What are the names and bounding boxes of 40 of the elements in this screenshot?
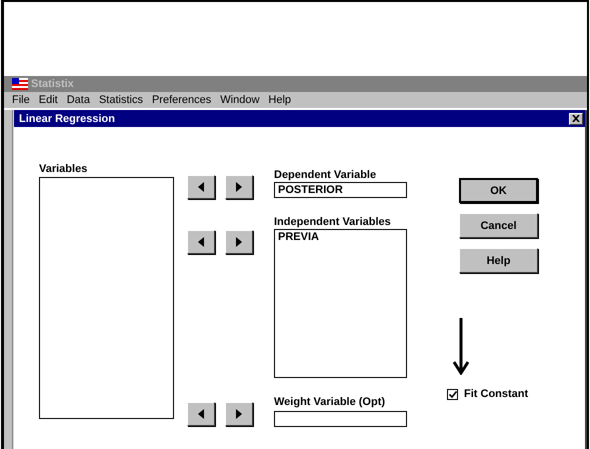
- remove-button[interactable]: [187, 230, 215, 254]
- left-triangle-icon: [198, 409, 204, 419]
- menu-item[interactable]: File: [12, 94, 30, 106]
- menu-item[interactable]: Statistics: [98, 94, 143, 106]
- checkbox-label: Fit Constant: [464, 388, 528, 400]
- right-triangle-icon: [236, 237, 242, 247]
- menu-item[interactable]: Data: [66, 94, 90, 106]
- right-triangle-icon: [236, 409, 242, 419]
- down-arrow-icon: [453, 318, 469, 375]
- check-icon: [448, 390, 456, 398]
- remove-button[interactable]: [187, 175, 215, 199]
- independent-variables-label: Independent Variables: [274, 216, 392, 228]
- menu-item[interactable]: Help: [268, 94, 292, 106]
- checkbox[interactable]: [447, 388, 458, 400]
- dependent-variable-label: Dependent Variable: [274, 169, 378, 181]
- add-button[interactable]: [225, 175, 253, 199]
- right-triangle-icon: [236, 182, 242, 192]
- left-triangle-icon: [198, 237, 204, 247]
- menu-item[interactable]: Window: [220, 94, 260, 106]
- variables-label: Variables: [39, 163, 88, 175]
- weight-variable-field[interactable]: [274, 411, 407, 427]
- weight-variable-label: Weight Variable (Opt): [274, 396, 386, 408]
- list-item[interactable]: PREVIA: [278, 231, 403, 244]
- dependent-variable-field[interactable]: POSTERIOR: [274, 182, 407, 198]
- dialog-button[interactable]: Cancel: [459, 213, 538, 238]
- dialog-title: Linear Regression: [19, 112, 115, 124]
- add-button[interactable]: [225, 402, 253, 426]
- menu-item[interactable]: Edit: [38, 94, 58, 106]
- close-icon: [572, 115, 580, 122]
- flag-icon: [12, 78, 28, 90]
- variables-list[interactable]: [39, 177, 174, 419]
- close-button[interactable]: [569, 112, 583, 124]
- default-button[interactable]: OK: [459, 178, 538, 203]
- dialog-button[interactable]: Help: [459, 248, 538, 273]
- menu-item[interactable]: Preferences: [152, 94, 212, 106]
- add-button[interactable]: [225, 230, 253, 254]
- remove-button[interactable]: [187, 402, 215, 426]
- app-title: Statistix: [31, 78, 74, 90]
- independent-variables-list[interactable]: PREVIA: [274, 229, 407, 378]
- left-triangle-icon: [198, 182, 204, 192]
